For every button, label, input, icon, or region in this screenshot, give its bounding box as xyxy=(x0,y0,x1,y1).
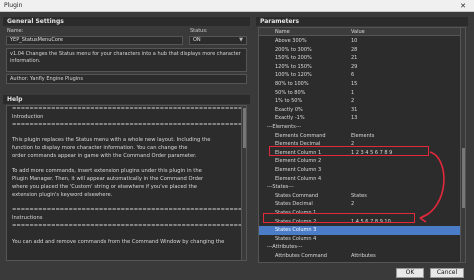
parameter-row[interactable]: 80% to 100% 15 xyxy=(259,80,462,89)
parameter-row[interactable]: 120% to 150% 29 xyxy=(259,63,462,72)
parameter-row[interactable]: 150% to 200% 21 xyxy=(259,54,462,63)
help-line: ========================================… xyxy=(12,222,246,229)
help-line: function to display more character infor… xyxy=(12,144,188,151)
help-line xyxy=(7,200,246,208)
parameter-name: ---Elements--- xyxy=(267,124,302,130)
window-title: Plugin xyxy=(4,2,23,9)
general-settings-heading: General Settings xyxy=(3,17,250,26)
parameters-header: Name Value xyxy=(259,28,465,36)
cancel-button[interactable]: Cancel xyxy=(430,268,464,278)
parameter-name: Elements Command xyxy=(275,132,326,139)
parameter-name: States Column 4 xyxy=(275,235,317,242)
parameter-row[interactable]: States Column 4 xyxy=(259,235,462,244)
parameter-value: 1 xyxy=(351,89,355,96)
parameter-row[interactable]: Elements Command Elements xyxy=(259,132,462,141)
help-line: To add more commands, insert extension p… xyxy=(12,168,202,175)
status-select[interactable]: ON ▼ xyxy=(189,36,247,45)
parameter-name: States Column 3 xyxy=(275,227,317,234)
help-line xyxy=(7,231,246,239)
parameter-row[interactable]: Exactly 0% 31 xyxy=(259,106,462,115)
parameter-value: 28 xyxy=(351,46,358,53)
parameter-value: 10 xyxy=(351,38,358,44)
parameter-value: States xyxy=(351,192,367,199)
help-heading: Help xyxy=(3,95,250,104)
parameter-row[interactable]: 50% to 80% 1 xyxy=(259,89,462,98)
ok-button[interactable]: OK xyxy=(396,268,424,278)
parameter-name: 150% to 200% xyxy=(275,55,312,62)
name-label: Name: xyxy=(7,28,24,34)
parameter-value: Elements xyxy=(351,132,375,139)
parameter-value: 29 xyxy=(351,63,358,70)
parameter-row[interactable]: Exactly -1% 13 xyxy=(259,114,462,123)
help-line: where you placed the 'Custom' string or … xyxy=(12,183,197,190)
status-value: ON xyxy=(193,37,201,43)
parameter-row[interactable]: 200% to 300% 28 xyxy=(259,46,462,55)
window-titlebar: Plugin ✕ xyxy=(0,0,474,12)
parameter-value: 2 xyxy=(351,201,355,208)
parameter-name: ---Attributes--- xyxy=(267,244,303,251)
close-icon[interactable]: ✕ xyxy=(452,0,474,12)
help-line: extension plugin's keyword elsewhere. xyxy=(12,191,113,198)
help-line: order commands appear in game with the C… xyxy=(12,152,197,159)
help-text-area[interactable]: ========================================… xyxy=(6,105,247,261)
parameter-name: Attributes Command xyxy=(275,253,327,259)
parameters-scrollbar-thumb[interactable] xyxy=(462,148,465,208)
parameter-value: Attributes xyxy=(351,253,376,259)
help-line: ========================================… xyxy=(12,121,246,128)
parameter-row[interactable]: 1% to 50% 2 xyxy=(259,97,462,106)
description-field: v1.04 Changes the Status menu for your c… xyxy=(6,48,247,72)
author-field: Author: Yanfly Engine Plugins xyxy=(6,74,247,84)
help-line: Plugin Manager. Then, it will appear aut… xyxy=(12,176,204,183)
help-line: This plugin replaces the Status menu wit… xyxy=(12,137,211,144)
help-scrollbar-thumb[interactable] xyxy=(243,108,246,148)
parameter-row[interactable]: ---Attributes--- xyxy=(259,243,462,252)
annotation-arrow xyxy=(419,151,445,223)
parameter-name: 80% to 100% xyxy=(275,81,309,87)
help-line: ========================================… xyxy=(12,106,246,112)
parameters-scrollbar[interactable] xyxy=(460,28,465,262)
column-header-name[interactable]: Name xyxy=(275,29,290,35)
parameter-value: 2 xyxy=(351,98,355,105)
chevron-down-icon: ▼ xyxy=(239,37,243,43)
parameter-value: 21 xyxy=(351,55,358,62)
parameter-value: 13 xyxy=(351,115,358,122)
parameter-name: Exactly -1% xyxy=(275,115,305,122)
parameter-row[interactable]: States Column 3 xyxy=(259,226,462,235)
parameter-row[interactable]: 100% to 120% 6 xyxy=(259,71,462,80)
parameter-name: 50% to 80% xyxy=(275,89,306,96)
parameter-name: 1% to 50% xyxy=(275,98,303,105)
column-header-value[interactable]: Value xyxy=(351,29,365,35)
parameter-name: Above 300% xyxy=(275,38,307,44)
help-line: You can add and remove commands from the… xyxy=(12,238,225,245)
help-line xyxy=(7,161,246,169)
help-line xyxy=(7,129,246,137)
name-field[interactable]: YEP_StatusMenuCore xyxy=(6,36,183,45)
highlight-states-column-2 xyxy=(263,213,415,223)
name-value: YEP_StatusMenuCore xyxy=(10,37,63,43)
help-scrollbar[interactable] xyxy=(241,106,246,260)
parameter-name: Element Column 4 xyxy=(275,175,322,182)
help-lines: ========================================… xyxy=(7,106,246,246)
parameter-row[interactable]: Above 300% 10 xyxy=(259,37,462,46)
parameter-row[interactable]: Attributes Command Attributes xyxy=(259,252,462,261)
parameter-name: Element Column 2 xyxy=(275,158,322,165)
parameter-name: States Command xyxy=(275,192,319,199)
parameter-name: Element Column 3 xyxy=(275,167,322,173)
parameter-name: States Decimal xyxy=(275,201,313,208)
parameter-value: 15 xyxy=(351,81,358,87)
parameter-value: 6 xyxy=(351,72,355,79)
parameter-name: 100% to 120% xyxy=(275,72,312,79)
parameter-row[interactable]: ---Elements--- xyxy=(259,123,462,132)
parameter-name: Exactly 0% xyxy=(275,106,303,113)
help-line: Introduction xyxy=(12,113,44,120)
help-line: Instructions xyxy=(12,215,43,222)
status-label: Status: xyxy=(190,28,208,34)
help-line: ========================================… xyxy=(12,207,246,214)
parameter-name: ---States--- xyxy=(267,184,294,191)
parameters-heading: Parameters xyxy=(256,17,468,26)
parameter-name: 200% to 300% xyxy=(275,46,312,53)
parameter-name: 120% to 150% xyxy=(275,63,312,70)
parameter-value: 31 xyxy=(351,106,358,113)
